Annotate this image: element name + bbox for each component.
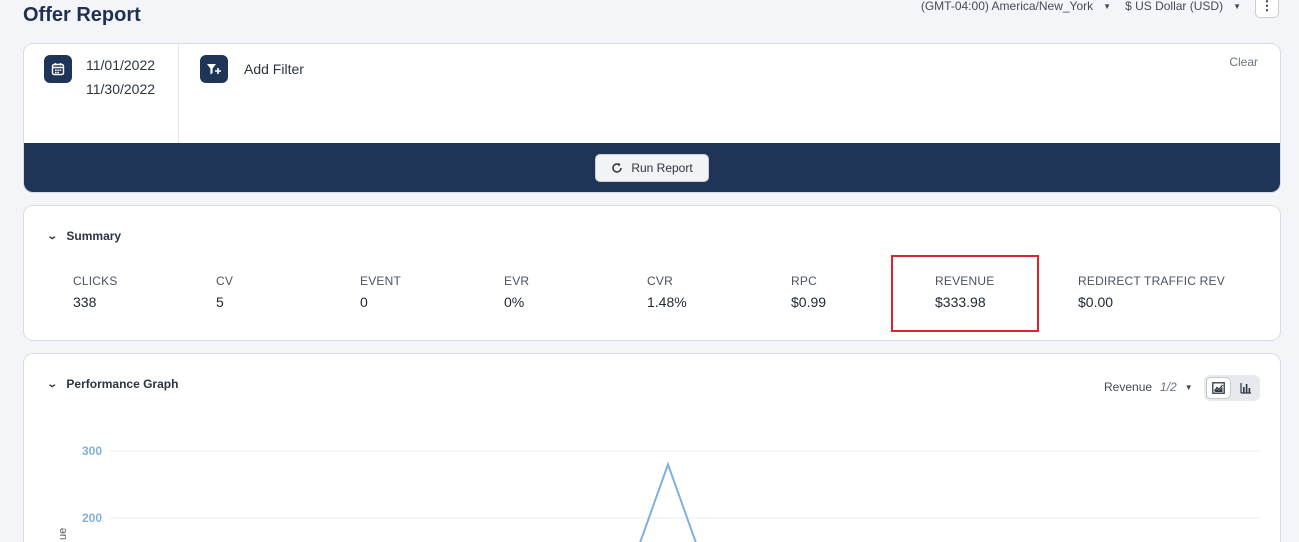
end-date: 11/30/2022 xyxy=(86,81,156,97)
bar-chart-view-button[interactable] xyxy=(1233,377,1258,399)
y-axis-label: ue xyxy=(57,528,69,540)
filter-panel: 11/01/2022 11/30/2022 Add Filter Clear R… xyxy=(23,43,1281,193)
run-report-bar: Run Report xyxy=(24,143,1280,192)
calendar-icon xyxy=(44,55,72,83)
more-vertical-icon: ⋮ xyxy=(1260,0,1274,13)
metric-cv: CV 5 xyxy=(216,274,233,310)
graph-metric-select[interactable]: Revenue 1/2 ▼ xyxy=(1104,380,1193,394)
performance-toggle[interactable]: ⌄ Performance Graph xyxy=(46,377,179,391)
clear-button[interactable]: Clear xyxy=(1229,55,1258,69)
bar-chart-icon xyxy=(1239,383,1251,394)
summary-title: Summary xyxy=(66,229,122,243)
metric-value: 0 xyxy=(360,294,368,310)
chevron-down-icon: ⌄ xyxy=(46,378,59,390)
run-report-label: Run Report xyxy=(631,161,693,175)
chart-view-toggle xyxy=(1204,375,1260,401)
y-tick-label: 200 xyxy=(82,511,102,525)
start-date: 11/01/2022 xyxy=(86,57,156,73)
add-filter-icon[interactable] xyxy=(200,55,228,83)
metric-label: RPC xyxy=(791,274,817,288)
more-options-button[interactable]: ⋮ xyxy=(1255,0,1279,18)
refresh-icon xyxy=(612,162,623,173)
currency-select[interactable]: $ US Dollar (USD) ▼ xyxy=(1125,0,1241,13)
graph-metric-value: Revenue xyxy=(1104,380,1153,394)
performance-chart: 300 200 ue xyxy=(57,444,1260,542)
metric-rpc: RPC $0.99 xyxy=(791,274,826,310)
timezone-value: (GMT-04:00) America/New_York xyxy=(920,0,1094,13)
metric-evr: EVR 0% xyxy=(504,274,529,310)
metric-value: $0.00 xyxy=(1078,294,1114,310)
metric-label: CV xyxy=(216,274,234,288)
summary-panel: ⌄ Summary CLICKS 338 CV 5 EVENT 0 EVR 0%… xyxy=(23,205,1281,341)
metric-value: 5 xyxy=(216,294,224,310)
metric-clicks: CLICKS 338 xyxy=(73,274,118,310)
summary-toggle[interactable]: ⌄ Summary xyxy=(46,229,122,243)
metric-label: CLICKS xyxy=(73,274,118,288)
page-title: Offer Report xyxy=(23,4,141,26)
currency-value: $ US Dollar (USD) xyxy=(1125,0,1224,13)
metric-label: EVENT xyxy=(360,274,402,288)
metric-value: 338 xyxy=(73,294,97,310)
metric-value: 0% xyxy=(504,294,525,310)
metric-label: EVR xyxy=(504,274,530,288)
caret-down-icon: ▼ xyxy=(1103,1,1112,11)
metric-value: 1.48% xyxy=(647,294,687,310)
y-tick-label: 300 xyxy=(82,444,102,458)
date-range[interactable]: 11/01/2022 11/30/2022 xyxy=(24,44,179,143)
caret-down-icon: ▼ xyxy=(1184,382,1193,392)
metric-label: REDIRECT TRAFFIC REV xyxy=(1078,274,1225,288)
performance-title: Performance Graph xyxy=(66,377,179,391)
metric-cvr: CVR 1.48% xyxy=(647,274,687,310)
revenue-highlight-box xyxy=(891,255,1039,332)
timezone-select[interactable]: (GMT-04:00) America/New_York ▼ xyxy=(921,0,1111,13)
performance-panel: 300 200 ue ⌄ Performance Graph Revenue 1/2… xyxy=(23,353,1281,542)
top-controls: (GMT-04:00) America/New_York ▼ $ US Doll… xyxy=(921,0,1279,18)
metric-redirect-traffic-rev: REDIRECT TRAFFIC REV $0.00 xyxy=(1078,274,1225,310)
metric-label: CVR xyxy=(647,274,673,288)
series-line xyxy=(639,461,697,542)
metric-event: EVENT 0 xyxy=(360,274,401,310)
line-chart-icon xyxy=(1212,382,1225,394)
line-chart-view-button[interactable] xyxy=(1206,377,1231,399)
add-filter-button[interactable]: Add Filter xyxy=(244,61,304,77)
caret-down-icon: ▼ xyxy=(1233,1,1241,11)
chevron-down-icon: ⌄ xyxy=(46,230,59,242)
run-report-button[interactable]: Run Report xyxy=(595,154,709,182)
graph-metric-page: 1/2 xyxy=(1160,380,1177,394)
metric-value: $0.99 xyxy=(791,294,827,310)
